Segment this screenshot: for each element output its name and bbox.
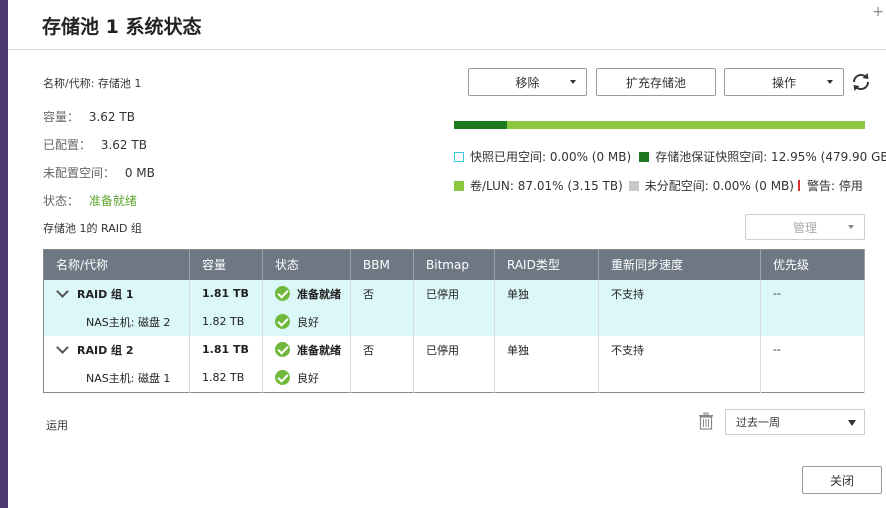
remove-button-label: 移除 <box>515 75 540 90</box>
legend-warning: 警告: 停用 <box>806 179 863 193</box>
col-header-capacity[interactable]: 容量 <box>189 249 263 280</box>
col-header-raid-type[interactable]: RAID类型 <box>494 249 599 280</box>
col-header-name[interactable]: 名称/代称 <box>43 249 190 280</box>
unallocated-swatch <box>628 180 639 191</box>
raid-group-row[interactable]: RAID 组 1 NAS主机: 磁盘 2 1.81 TB 1.82 TB 准备就… <box>43 279 865 336</box>
raid-group-type: 单独 <box>507 343 529 357</box>
warning-marker <box>797 180 800 191</box>
raid-group-bbm: 否 <box>363 287 374 301</box>
actions-button-label: 操作 <box>771 75 796 90</box>
raid-group-status: 准备就绪 <box>275 336 350 364</box>
manage-button-label: 管理 <box>792 220 817 235</box>
raid-section-title: 存储池 1的 RAID 组 <box>43 222 142 235</box>
col-header-bitmap[interactable]: Bitmap <box>413 249 495 280</box>
legend-snapshot-used: 快照已用空间: 0.00% (0 MB) <box>470 150 632 164</box>
check-circle-icon <box>275 342 290 357</box>
col-header-status[interactable]: 状态 <box>262 249 351 280</box>
chevron-down-icon[interactable] <box>56 285 69 298</box>
expand-pool-button[interactable]: 扩充存储池 <box>596 68 716 96</box>
chevron-down-icon <box>848 420 856 426</box>
capacity-value: 3.62 TB <box>88 110 135 124</box>
dialog-title: 存储池 1 系统状态 <box>42 16 202 38</box>
trash-icon[interactable] <box>698 412 714 430</box>
usage-label: 运用 <box>46 419 68 432</box>
period-select-value: 过去一周 <box>736 416 780 429</box>
unallocated-value: 0 MB <box>124 166 155 180</box>
actions-button[interactable]: 操作 <box>724 68 844 96</box>
allocated-row: 已配置： 3.62 TB <box>43 136 147 153</box>
status-row: 状态： 准备就绪 <box>43 192 137 209</box>
raid-group-name: RAID 组 2 <box>50 336 189 364</box>
raid-group-capacity: 1.81 TB <box>202 287 249 300</box>
raid-group-status: 准备就绪 <box>275 280 350 308</box>
legend-row-1: 快照已用空间: 0.00% (0 MB) 存储池保证快照空间: 12.95% (… <box>454 148 886 165</box>
refresh-icon[interactable] <box>849 70 873 94</box>
close-button[interactable]: 关闭 <box>802 466 882 494</box>
manage-button[interactable]: 管理 <box>745 214 865 240</box>
pool-name-row: 名称/代称: 存储池 1 <box>43 75 141 91</box>
usage-bar-guaranteed-snapshot <box>454 121 508 129</box>
raid-group-resync-speed: 不支持 <box>611 287 644 301</box>
col-header-resync-speed[interactable]: 重新同步速度 <box>598 249 761 280</box>
raid-group-table: 名称/代称 容量 状态 BBM Bitmap RAID类型 重新同步速度 优先级… <box>43 249 865 393</box>
period-select[interactable]: 过去一周 <box>725 409 865 435</box>
chevron-down-icon <box>848 225 854 229</box>
check-circle-icon <box>275 370 290 385</box>
storage-pool-status-dialog: 存储池 1 系统状态 + 名称/代称: 存储池 1 容量： 3.62 TB 已配… <box>8 0 886 508</box>
raid-group-row[interactable]: RAID 组 2 NAS主机: 磁盘 1 1.81 TB 1.82 TB 准备就… <box>43 335 865 392</box>
raid-group-type: 单独 <box>507 287 529 301</box>
disk-name: NAS主机: 磁盘 2 <box>86 315 171 329</box>
close-button-label: 关闭 <box>829 473 854 488</box>
raid-group-bitmap: 已停用 <box>426 287 459 301</box>
status-value: 准备就绪 <box>88 194 137 208</box>
unallocated-label: 未配置空间： <box>43 166 116 180</box>
capacity-label: 容量： <box>43 110 80 124</box>
disk-status: 良好 <box>275 308 350 336</box>
check-circle-icon <box>275 314 290 329</box>
legend-volume-lun: 卷/LUN: 87.01% (3.15 TB) <box>470 179 623 193</box>
raid-group-priority: -- <box>773 343 781 356</box>
raid-group-capacity: 1.81 TB <box>202 343 249 356</box>
raid-group-name: RAID 组 1 <box>50 280 189 308</box>
volume-lun-swatch <box>454 180 464 191</box>
raid-group-bbm: 否 <box>363 343 374 357</box>
snapshot-guaranteed-swatch <box>639 151 650 162</box>
pool-name-label: 名称/代称: <box>43 77 95 90</box>
legend-unallocated: 未分配空间: 0.00% (0 MB) <box>644 179 794 193</box>
raid-group-priority: -- <box>773 287 781 300</box>
disk-capacity: 1.82 TB <box>202 315 245 328</box>
pool-usage-bar <box>454 121 865 129</box>
legend-row-2: 卷/LUN: 87.01% (3.15 TB) 未分配空间: 0.00% (0 … <box>454 177 863 194</box>
raid-group-resync-speed: 不支持 <box>611 343 644 357</box>
disk-capacity: 1.82 TB <box>202 371 245 384</box>
chevron-down-icon <box>827 80 833 84</box>
allocated-label: 已配置： <box>43 138 92 152</box>
chevron-down-icon <box>570 80 576 84</box>
pool-name-value: 存储池 1 <box>97 77 142 90</box>
check-circle-icon <box>275 286 290 301</box>
expand-pool-button-label: 扩充存储池 <box>625 75 686 90</box>
snapshot-used-swatch <box>454 151 464 162</box>
plus-icon[interactable]: + <box>872 4 884 20</box>
col-header-bbm[interactable]: BBM <box>350 249 414 280</box>
capacity-row: 容量： 3.62 TB <box>43 108 135 125</box>
raid-group-bitmap: 已停用 <box>426 343 459 357</box>
chevron-down-icon[interactable] <box>56 341 69 354</box>
unallocated-row: 未配置空间： 0 MB <box>43 164 155 181</box>
remove-button[interactable]: 移除 <box>468 68 587 96</box>
dialog-title-bar: 存储池 1 系统状态 + <box>8 0 886 50</box>
allocated-value: 3.62 TB <box>100 138 147 152</box>
disk-status: 良好 <box>275 364 350 392</box>
legend-snapshot-guaranteed: 存储池保证快照空间: 12.95% (479.90 GB) <box>655 150 886 164</box>
col-header-priority[interactable]: 优先级 <box>760 249 865 280</box>
disk-name: NAS主机: 磁盘 1 <box>86 371 171 385</box>
status-label: 状态： <box>43 194 80 208</box>
table-header-row: 名称/代称 容量 状态 BBM Bitmap RAID类型 重新同步速度 优先级 <box>43 249 865 280</box>
